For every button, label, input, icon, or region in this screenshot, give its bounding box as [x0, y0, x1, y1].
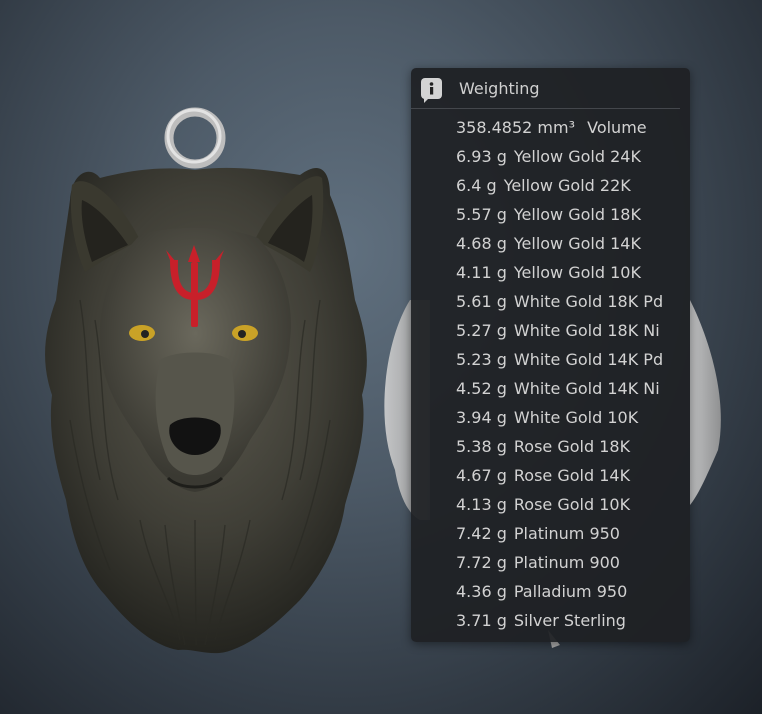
weight-value: 6.4 g	[456, 176, 497, 195]
weight-value: 5.23 g	[456, 350, 507, 369]
weight-value: 5.61 g	[456, 292, 507, 311]
metal-name: Platinum 900	[513, 553, 620, 572]
weight-value: 5.27 g	[456, 321, 507, 340]
weight-row: 4.36 g Palladium 950	[456, 577, 690, 606]
weight-row: 7.42 g Platinum 950	[456, 519, 690, 548]
pendant-bail-ring	[164, 107, 226, 169]
weight-row: 4.68 g Yellow Gold 14K	[456, 229, 690, 258]
weight-list: 358.4852 mm³ Volume 6.93 g Yellow Gold 24…	[411, 109, 690, 635]
weight-row: 6.4 g Yellow Gold 22K	[456, 171, 690, 200]
metal-name: Platinum 950	[513, 524, 620, 543]
weight-row: 6.93 g Yellow Gold 24K	[456, 142, 690, 171]
weight-value: 4.36 g	[456, 582, 507, 601]
metal-name: Rose Gold 18K	[513, 437, 631, 456]
metal-name: Yellow Gold 18K	[513, 205, 641, 224]
weight-row: 5.57 g Yellow Gold 18K	[456, 200, 690, 229]
info-speech-icon[interactable]	[421, 77, 442, 103]
weight-row: 4.11 g Yellow Gold 10K	[456, 258, 690, 287]
panel-title: Weighting	[459, 78, 540, 98]
metal-name: Rose Gold 10K	[513, 495, 631, 514]
volume-row: 358.4852 mm³ Volume	[456, 113, 690, 142]
volume-label: Volume	[587, 118, 647, 137]
weight-row: 4.13 g Rose Gold 10K	[456, 490, 690, 519]
metal-name: White Gold 14K Pd	[513, 350, 664, 369]
weight-row: 4.52 g White Gold 14K Ni	[456, 374, 690, 403]
weight-value: 7.42 g	[456, 524, 507, 543]
weight-value: 7.72 g	[456, 553, 507, 572]
weight-value: 3.94 g	[456, 408, 507, 427]
panel-header: Weighting	[411, 68, 680, 109]
metal-name: Silver Sterling	[513, 611, 626, 630]
weight-value: 4.13 g	[456, 495, 507, 514]
weight-value: 5.57 g	[456, 205, 507, 224]
weight-value: 5.38 g	[456, 437, 507, 456]
metal-name: White Gold 18K Pd	[513, 292, 664, 311]
weight-value: 3.71 g	[456, 611, 507, 630]
weight-row: 7.72 g Platinum 900	[456, 548, 690, 577]
weighting-panel: Weighting 358.4852 mm³ Volume 6.93 g Yell…	[411, 68, 690, 642]
weight-row: 5.38 g Rose Gold 18K	[456, 432, 690, 461]
metal-name: White Gold 18K Ni	[513, 321, 660, 340]
weight-row: 5.27 g White Gold 18K Ni	[456, 316, 690, 345]
weight-row: 5.61 g White Gold 18K Pd	[456, 287, 690, 316]
metal-name: Yellow Gold 14K	[513, 234, 641, 253]
metal-name: Yellow Gold 24K	[513, 147, 641, 166]
weight-value: 4.11 g	[456, 263, 507, 282]
weight-value: 4.67 g	[456, 466, 507, 485]
weight-row: 3.71 g Silver Sterling	[456, 606, 690, 635]
weight-value: 4.52 g	[456, 379, 507, 398]
weight-value: 4.68 g	[456, 234, 507, 253]
metal-name: White Gold 10K	[513, 408, 639, 427]
weight-row: 5.23 g White Gold 14K Pd	[456, 345, 690, 374]
weight-value: 6.93 g	[456, 147, 507, 166]
volume-value: 358.4852 mm³	[456, 118, 576, 137]
metal-name: Yellow Gold 10K	[513, 263, 641, 282]
metal-name: Palladium 950	[513, 582, 628, 601]
weight-row: 3.94 g White Gold 10K	[456, 403, 690, 432]
metal-name: Yellow Gold 22K	[503, 176, 631, 195]
weight-row: 4.67 g Rose Gold 14K	[456, 461, 690, 490]
wolf-pendant-model	[45, 167, 367, 654]
metal-name: White Gold 14K Ni	[513, 379, 660, 398]
metal-name: Rose Gold 14K	[513, 466, 631, 485]
